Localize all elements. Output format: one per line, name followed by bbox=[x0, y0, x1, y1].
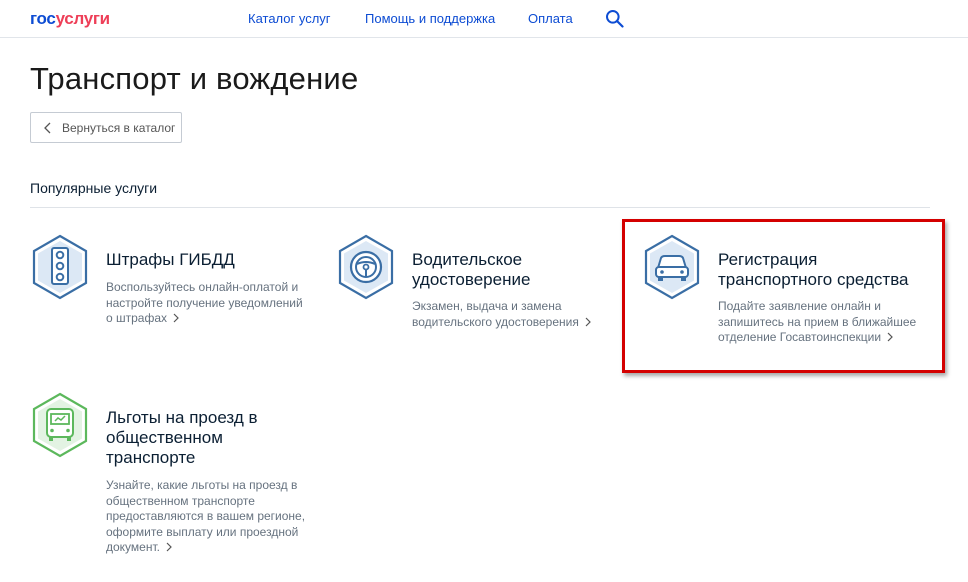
nav-payment-link[interactable]: Оплата bbox=[528, 11, 573, 27]
top-header: госуслуги Каталог услуг Помощь и поддерж… bbox=[0, 0, 968, 38]
page-title: Транспорт и вождение bbox=[30, 61, 359, 96]
card-description: Узнайте, какие льготы на проезд в общест… bbox=[106, 478, 306, 556]
card-title: Регистрация транспортного средства bbox=[718, 250, 909, 289]
steering-wheel-icon bbox=[338, 234, 394, 300]
traffic-light-icon bbox=[32, 234, 88, 300]
service-card-fines[interactable]: Штрафы ГИБДД Воспользуйтесь онлайн-оплат… bbox=[30, 234, 310, 334]
card-description: Экзамен, выдача и замена водительского у… bbox=[412, 299, 602, 330]
service-card-driver-license[interactable]: Водительское удостоверение Экзамен, выда… bbox=[336, 234, 616, 334]
back-to-catalog-button[interactable]: Вернуться в каталог bbox=[30, 112, 182, 143]
logo-part-1: гос bbox=[30, 9, 56, 28]
card-title: Льготы на проезд в общественном транспор… bbox=[106, 408, 258, 467]
chevron-right-icon bbox=[585, 317, 591, 326]
gosuslugi-logo[interactable]: госуслуги bbox=[30, 9, 110, 29]
chevron-right-icon bbox=[173, 313, 179, 323]
bus-icon bbox=[32, 392, 88, 458]
search-icon[interactable] bbox=[605, 9, 624, 28]
card-description: Воспользуйтесь онлайн-оплатой и настройт… bbox=[106, 280, 306, 327]
logo-part-2: услуги bbox=[55, 9, 111, 28]
chevron-left-icon bbox=[44, 122, 51, 134]
nav-help-link[interactable]: Помощь и поддержка bbox=[365, 11, 495, 27]
nav-catalog-link[interactable]: Каталог услуг bbox=[248, 11, 331, 27]
card-description: Подайте заявление онлайн и запишитесь на… bbox=[718, 299, 918, 346]
chevron-right-icon bbox=[887, 332, 893, 342]
card-description-text: Экзамен, выдача и замена водительского у… bbox=[412, 299, 579, 329]
card-description-text: Воспользуйтесь онлайн-оплатой и настройт… bbox=[106, 280, 303, 325]
card-title: Штрафы ГИБДД bbox=[106, 250, 235, 269]
back-button-label: Вернуться в каталог bbox=[62, 121, 176, 135]
card-description-text: Узнайте, какие льготы на проезд в общест… bbox=[106, 478, 306, 554]
service-card-vehicle-registration[interactable]: Регистрация транспортного средства Подай… bbox=[642, 234, 932, 354]
car-icon bbox=[644, 234, 700, 300]
card-title: Водительское удостоверение bbox=[412, 250, 531, 289]
section-divider bbox=[30, 207, 930, 208]
chevron-right-icon bbox=[166, 542, 172, 552]
service-card-transport-benefits[interactable]: Льготы на проезд в общественном транспор… bbox=[30, 392, 320, 562]
section-title: Популярные услуги bbox=[30, 180, 158, 196]
